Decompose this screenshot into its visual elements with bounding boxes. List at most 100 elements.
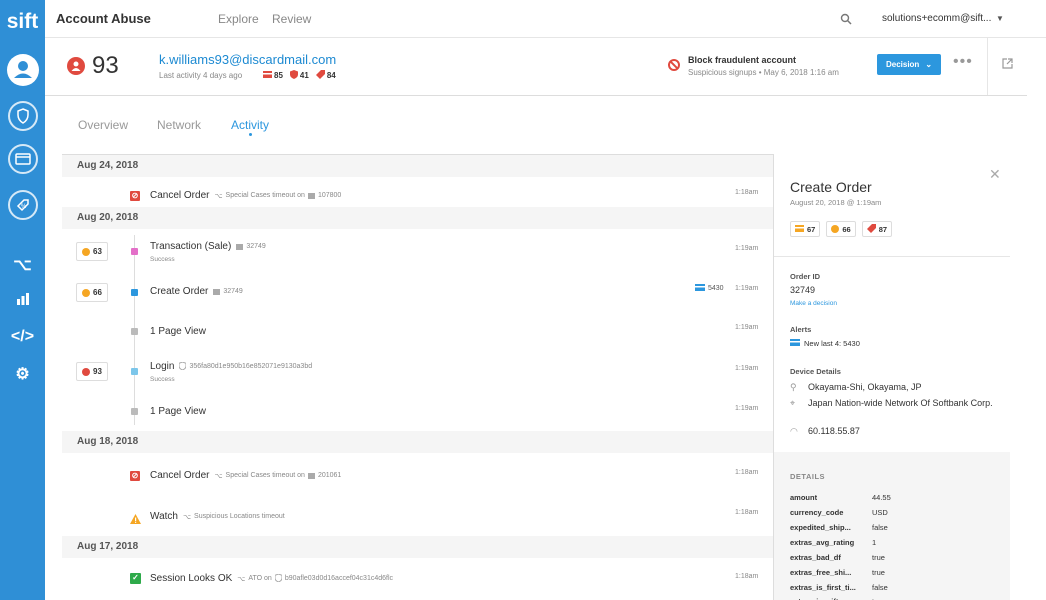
detail-row: expedited_ship... false bbox=[790, 523, 1000, 532]
list-item[interactable]: 1 Page View bbox=[150, 326, 206, 337]
details-label: DETAILS bbox=[790, 472, 826, 481]
cancel-order-icon: ⊘ bbox=[130, 471, 140, 481]
card-icon bbox=[263, 71, 272, 80]
order-id-label: Order ID bbox=[790, 272, 821, 281]
tab-overview[interactable]: Overview bbox=[78, 118, 128, 132]
score-value: 66 bbox=[93, 288, 102, 297]
search-icon[interactable] bbox=[840, 12, 852, 30]
cancel-order-icon: ⊘ bbox=[130, 191, 140, 201]
detail-row: amount 44.55 bbox=[790, 493, 1000, 502]
detail-row: extras_free_shi... true bbox=[790, 568, 1000, 577]
page-view-icon bbox=[131, 328, 138, 335]
event-time: 1:19am bbox=[735, 405, 759, 412]
tab-network[interactable]: Network bbox=[157, 118, 201, 132]
divider bbox=[774, 256, 1010, 257]
more-options-icon[interactable]: ••• bbox=[953, 53, 973, 71]
detail-key: extras_free_shi... bbox=[790, 568, 852, 577]
session-id: b90afle03d0d16accef04c31c4d6flc bbox=[284, 575, 394, 582]
session-id: 356fa80d1e950b16e852071e9130a3bd bbox=[189, 363, 313, 370]
sidebar: sift % ⌥ </> ⚙ bbox=[0, 0, 45, 600]
card-icon bbox=[790, 339, 800, 348]
network-tower-icon: ⌖ bbox=[790, 398, 796, 408]
device-network: ⌖ Japan Nation-wide Network Of Softbank C… bbox=[790, 398, 1000, 409]
settings-gear-icon[interactable]: ⚙ bbox=[0, 364, 45, 384]
tag-icon bbox=[866, 223, 876, 235]
event-time: 1:18am bbox=[735, 573, 759, 580]
panel-title: Create Order bbox=[790, 179, 872, 195]
detail-row: extras_is_first_ti... false bbox=[790, 583, 1000, 592]
sift-logo[interactable]: sift bbox=[0, 10, 45, 34]
close-icon[interactable]: ✕ bbox=[989, 166, 1001, 183]
decision-button-label: Decision bbox=[885, 60, 920, 69]
card-last4: 5430 bbox=[695, 284, 724, 293]
shield-icon bbox=[274, 572, 283, 584]
event-time: 1:19am bbox=[735, 324, 759, 331]
event-time: 1:18am bbox=[735, 469, 759, 476]
chevron-down-icon: ⌄ bbox=[925, 60, 933, 69]
ip-value: 60.118.55.87 bbox=[808, 426, 860, 436]
list-item[interactable]: Cancel Order ⌥ Special Cases timeout on 10… bbox=[150, 190, 341, 201]
open-external-button[interactable] bbox=[987, 37, 1027, 95]
external-link-icon bbox=[1002, 58, 1013, 69]
tag-icon bbox=[315, 70, 325, 81]
detail-value: USD bbox=[872, 508, 888, 517]
card-last4-value: 5430 bbox=[708, 285, 724, 292]
promo-tag-icon[interactable]: % bbox=[8, 190, 38, 220]
warning-dot-icon bbox=[82, 247, 91, 256]
developer-code-icon[interactable]: </> bbox=[0, 328, 45, 346]
analytics-chart-icon[interactable] bbox=[0, 291, 45, 310]
chevron-down-icon[interactable]: ▼ bbox=[996, 14, 1004, 23]
detail-value: 1 bbox=[872, 538, 877, 547]
workflow-icon: ⌥ bbox=[214, 192, 223, 200]
network-value: Japan Nation-wide Network Of Softbank Co… bbox=[808, 398, 993, 408]
panel-scores: 67 66 87 bbox=[790, 221, 893, 237]
list-item[interactable]: Login 356fa80d1e950b16e852071e9130a3bd bbox=[150, 360, 313, 372]
order-bag-icon bbox=[213, 287, 221, 297]
location-pin-icon: ⚲ bbox=[790, 382, 797, 392]
list-item[interactable]: Create Order 32749 bbox=[150, 286, 243, 297]
make-decision-link[interactable]: Make a decision bbox=[790, 300, 837, 307]
detail-row: currency_code USD bbox=[790, 508, 1000, 517]
event-title: Session Looks OK bbox=[150, 573, 233, 584]
tab-activity[interactable]: Activity bbox=[231, 118, 269, 132]
workflow-icon[interactable]: ⌥ bbox=[0, 255, 45, 275]
order-bag-icon bbox=[307, 471, 315, 481]
warning-dot-icon bbox=[831, 225, 840, 233]
list-item[interactable]: Cancel Order ⌥ Special Cases timeout on 20… bbox=[150, 470, 341, 481]
event-title: Login bbox=[150, 361, 175, 372]
list-item[interactable]: Session Looks OK ⌥ ATO on b90afle03d0d16ac… bbox=[150, 572, 394, 584]
decision-button[interactable]: Decision ⌄ bbox=[877, 54, 941, 75]
event-status: Success bbox=[150, 256, 175, 263]
block-icon bbox=[668, 59, 680, 71]
event-time: 1:19am bbox=[735, 285, 759, 292]
event-title: Cancel Order bbox=[150, 470, 210, 481]
detail-value: 44.55 bbox=[872, 493, 891, 502]
account-email[interactable]: k.williams93@discardmail.com bbox=[159, 52, 336, 67]
event-title: Transaction (Sale) bbox=[150, 241, 232, 252]
event-title: 1 Page View bbox=[150, 406, 206, 417]
list-item[interactable]: 1 Page View bbox=[150, 406, 206, 417]
account-shield-icon[interactable] bbox=[8, 101, 38, 131]
detail-row: extras_avg_rating 1 bbox=[790, 538, 1000, 547]
user-profile-icon[interactable] bbox=[7, 54, 39, 86]
detail-key: currency_code bbox=[790, 508, 844, 517]
payment-card-icon[interactable] bbox=[8, 144, 38, 174]
score-chip: 66 bbox=[76, 283, 108, 302]
location-value: Okayama-Shi, Okayama, JP bbox=[808, 382, 922, 392]
user-account-menu[interactable]: solutions+ecomm@sift... bbox=[882, 13, 991, 24]
nav-review[interactable]: Review bbox=[272, 12, 311, 26]
list-item[interactable]: Watch ⌥ Suspicious Locations timeout bbox=[150, 511, 285, 522]
alert-text: New last 4: 5430 bbox=[804, 339, 860, 348]
list-item[interactable]: Transaction (Sale) 32749 bbox=[150, 241, 266, 252]
create-order-icon bbox=[131, 289, 138, 296]
event-meta: Special Cases timeout on bbox=[225, 192, 305, 199]
account-header: 93 k.williams93@discardmail.com Last act… bbox=[45, 37, 1027, 96]
detail-key: extras_is_first_ti... bbox=[790, 583, 856, 592]
promo-score: 84 bbox=[326, 71, 336, 80]
event-time: 1:18am bbox=[735, 509, 759, 516]
event-meta: ATO on bbox=[248, 575, 272, 582]
event-time: 1:19am bbox=[735, 245, 759, 252]
score-value: 63 bbox=[93, 247, 102, 256]
order-id-value: 32749 bbox=[790, 285, 816, 295]
nav-explore[interactable]: Explore bbox=[218, 12, 259, 26]
